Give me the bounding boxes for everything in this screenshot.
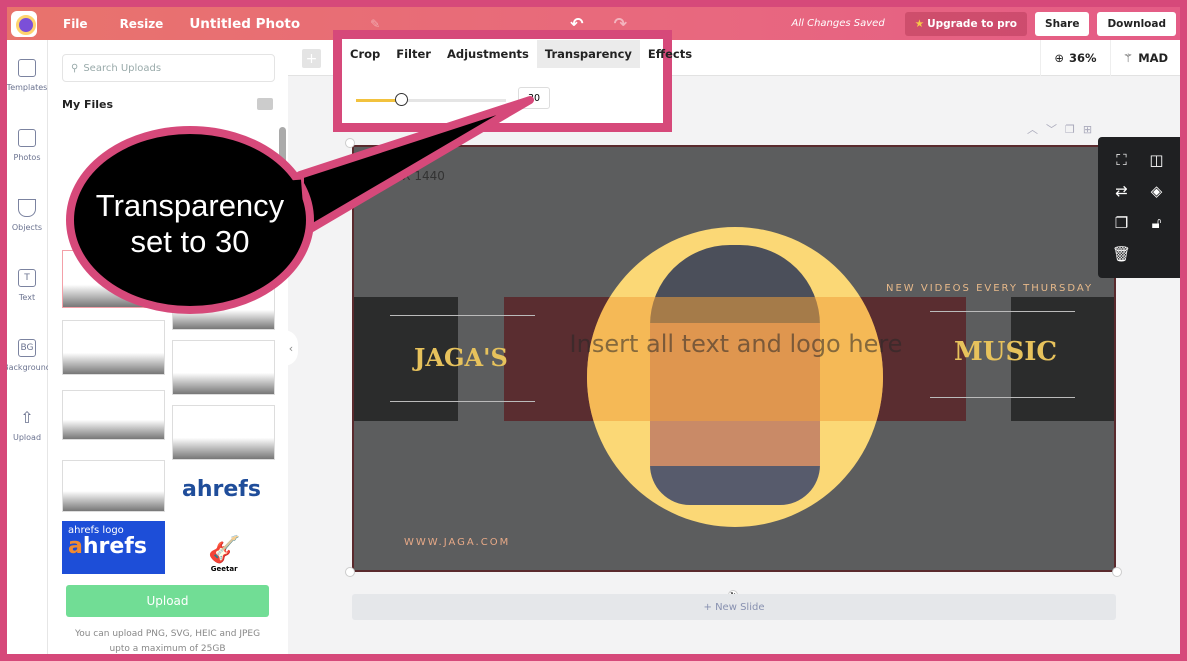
callout-line: Transparency [95,188,285,223]
callout-line: set to 30 [130,224,250,259]
callout-text: Transparency set to 30 [70,188,310,260]
callout-bubble [66,96,534,314]
